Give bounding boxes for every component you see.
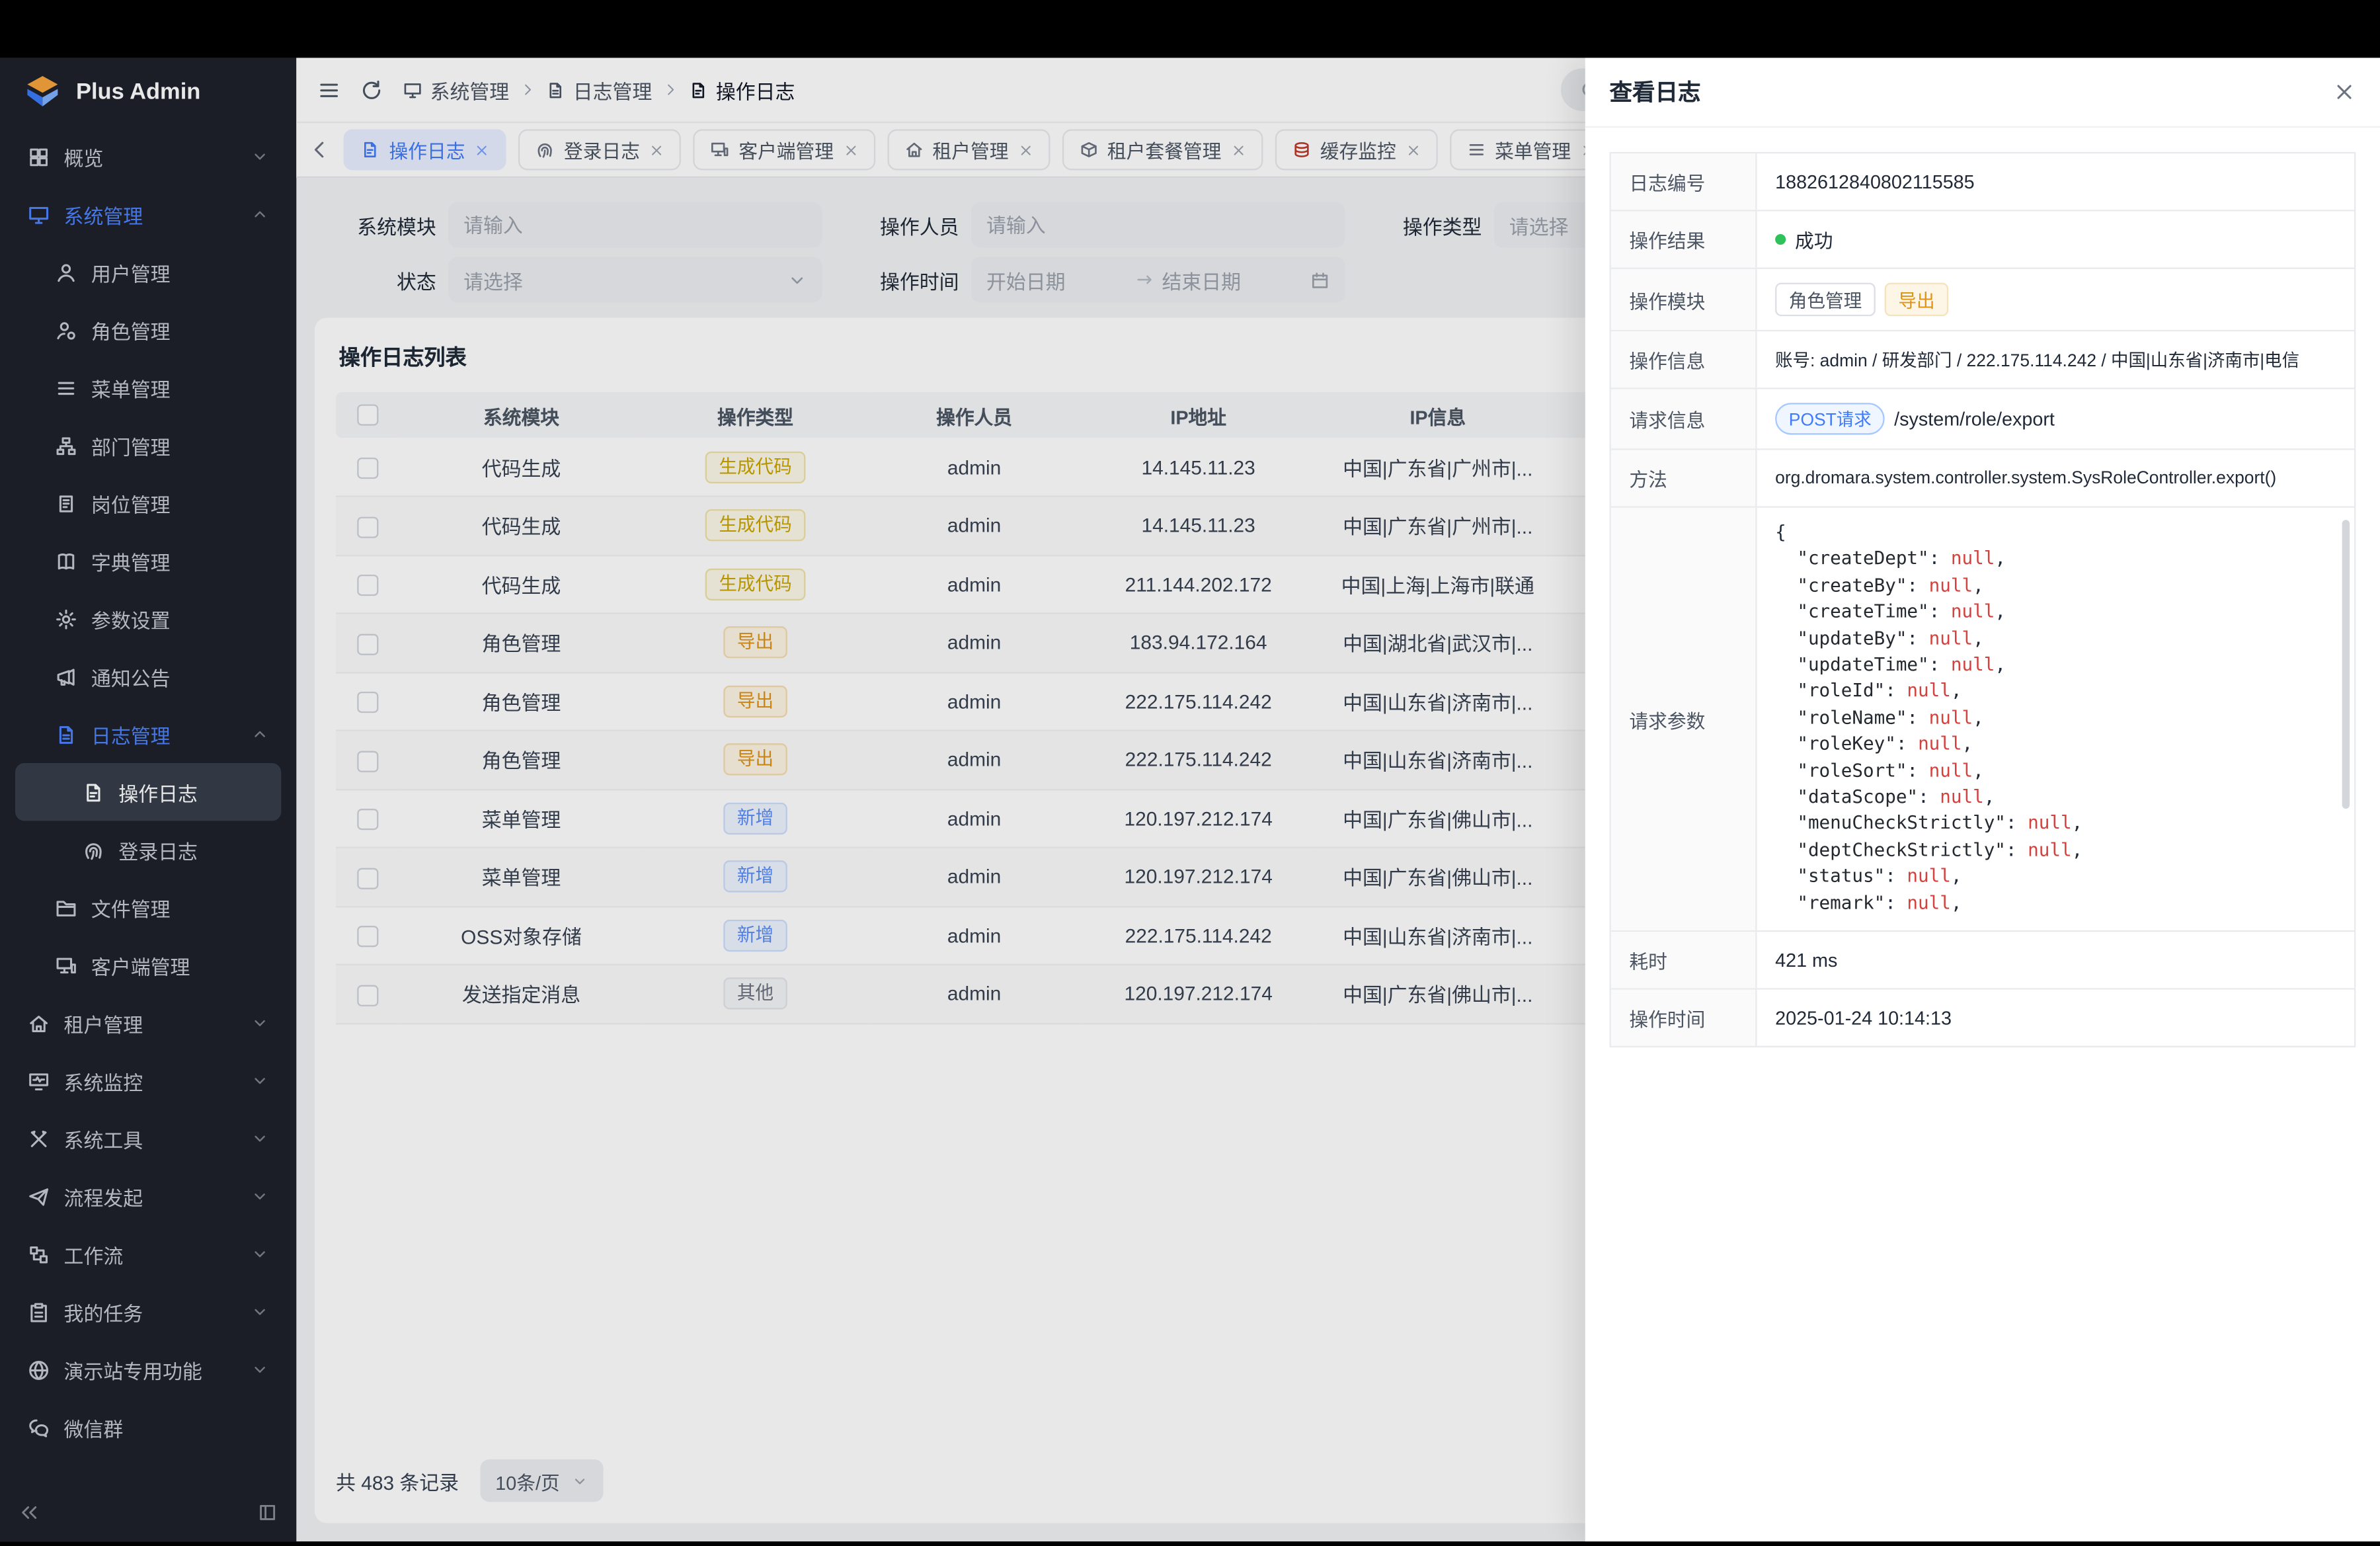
code-line: "dataScope": null, (1775, 784, 2333, 811)
drawer-header: 查看日志 (1585, 58, 2380, 128)
field-label: 请求参数 (1611, 508, 1757, 930)
operation-type-tag: 导出 (1885, 283, 1949, 317)
field-label: 耗时 (1611, 932, 1757, 988)
code-line: "status": null, (1775, 864, 2333, 890)
code-line: "createTime": null, (1775, 599, 2333, 626)
code-line: { (1775, 520, 2333, 546)
detail-row-duration: 耗时 421 ms (1611, 932, 2354, 989)
detail-row-result: 操作结果 成功 (1611, 212, 2354, 269)
result-value: 成功 (1757, 212, 2354, 268)
module-value: 角色管理 导出 (1757, 269, 2354, 330)
detail-row-params: 请求参数 { "createDept": null, "createBy": n… (1611, 508, 2354, 932)
request-params-value: { "createDept": null, "createBy": null, … (1757, 508, 2354, 930)
request-url: /system/role/export (1894, 408, 2055, 429)
screen: Plus Admin 概览系统管理用户管理角色管理菜单管理部门管理岗位管理字典管… (0, 0, 2380, 1546)
code-scrollbar[interactable] (2342, 520, 2350, 809)
field-label: 操作时间 (1611, 990, 1757, 1046)
code-line: "roleId": null, (1775, 678, 2333, 705)
field-label: 日志编号 (1611, 153, 1757, 210)
code-line: "menuCheckStrictly": null, (1775, 811, 2333, 837)
top-black-strip (0, 0, 2380, 58)
field-label: 方法 (1611, 450, 1757, 506)
code-line: "updateBy": null, (1775, 626, 2333, 652)
code-line: "createBy": null, (1775, 573, 2333, 599)
post-method-tag: POST请求 (1775, 403, 1885, 434)
field-label: 操作模块 (1611, 269, 1757, 330)
drawer-title: 查看日志 (1610, 76, 1701, 108)
method-value: org.dromara.system.controller.system.Sys… (1757, 450, 2354, 506)
operation-time-value: 2025-01-24 10:14:13 (1757, 990, 2354, 1046)
params-json-code: { "createDept": null, "createBy": null, … (1775, 520, 2333, 916)
code-line: "remark": null, (1775, 890, 2333, 916)
field-label: 操作结果 (1611, 212, 1757, 268)
code-line: "deptCheckStrictly": null, (1775, 837, 2333, 864)
module-tag: 角色管理 (1775, 283, 1876, 317)
code-line: "createDept": null, (1775, 546, 2333, 573)
log-detail-table: 日志编号 1882612840802115585 操作结果 成功 操作模块 角色… (1610, 152, 2356, 1047)
detail-row-time: 操作时间 2025-01-24 10:14:13 (1611, 990, 2354, 1046)
log-id-value: 1882612840802115585 (1757, 153, 2354, 210)
detail-row-method: 方法 org.dromara.system.controller.system.… (1611, 450, 2354, 507)
request-value: POST请求 /system/role/export (1757, 389, 2354, 449)
code-line: "roleKey": null, (1775, 731, 2333, 758)
code-line: "roleSort": null, (1775, 758, 2333, 784)
view-log-drawer: 查看日志 日志编号 1882612840802115585 操作结果 成功 操作… (1585, 58, 2380, 1541)
detail-row-request: 请求信息 POST请求 /system/role/export (1611, 389, 2354, 450)
field-label: 请求信息 (1611, 389, 1757, 449)
success-dot-icon (1775, 234, 1786, 245)
field-label: 操作信息 (1611, 331, 1757, 387)
drawer-close-icon[interactable] (2333, 81, 2356, 103)
detail-row-info: 操作信息 账号: admin / 研发部门 / 222.175.114.242 … (1611, 331, 2354, 389)
detail-row-log-id: 日志编号 1882612840802115585 (1611, 153, 2354, 211)
detail-row-module: 操作模块 角色管理 导出 (1611, 269, 2354, 331)
code-line: "roleName": null, (1775, 705, 2333, 731)
duration-value: 421 ms (1757, 932, 2354, 988)
operation-info-value: 账号: admin / 研发部门 / 222.175.114.242 / 中国|… (1757, 331, 2354, 387)
code-line: "updateTime": null, (1775, 652, 2333, 678)
